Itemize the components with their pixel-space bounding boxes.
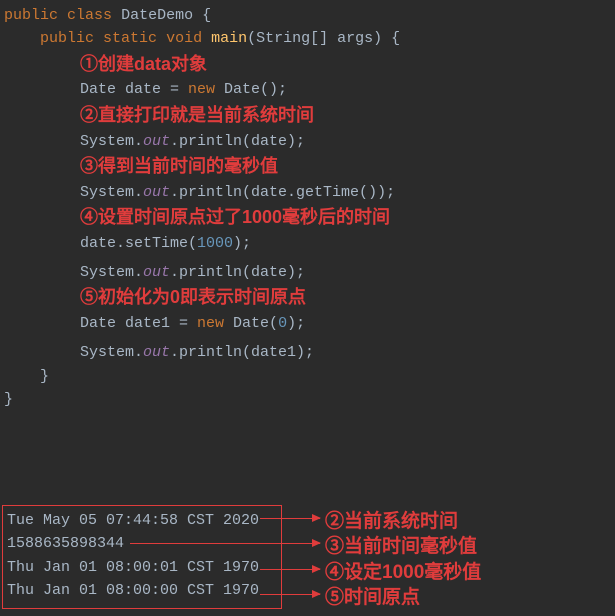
- code-line: Date date1 = new Date(0);: [4, 312, 611, 335]
- arrow-4: [260, 594, 320, 595]
- code-line: public class DateDemo {: [4, 4, 611, 27]
- code-line: System.out.println(date);: [4, 130, 611, 153]
- annotation-3: ④设定1000毫秒值: [325, 557, 481, 584]
- code-line: System.out.println(date.getTime());: [4, 181, 611, 204]
- code-line: date.setTime(1000);: [4, 232, 611, 255]
- output-box: Tue May 05 07:44:58 CST 2020 15886358983…: [2, 505, 282, 609]
- annotation-2: ③当前时间毫秒值: [325, 531, 477, 558]
- comment-3: ③得到当前时间的毫秒值: [4, 153, 611, 181]
- code-line: }: [4, 365, 611, 388]
- comment-4: ④设置时间原点过了1000毫秒后的时间: [4, 204, 611, 232]
- output-line-4: Thu Jan 01 08:00:00 CST 1970: [7, 579, 277, 602]
- code-line: System.out.println(date);: [4, 261, 611, 284]
- output-line-1: Tue May 05 07:44:58 CST 2020: [7, 509, 277, 532]
- arrow-1: [260, 518, 320, 519]
- code-line: System.out.println(date1);: [4, 341, 611, 364]
- code-line: public static void main(String[] args) {: [4, 27, 611, 50]
- annotation-4: ⑤时间原点: [325, 582, 420, 609]
- annotation-1: ②当前系统时间: [325, 506, 458, 533]
- comment-1: ①创建data对象: [4, 51, 611, 79]
- arrow-2: [130, 543, 320, 544]
- comment-5: ⑤初始化为0即表示时间原点: [4, 284, 611, 312]
- output-line-3: Thu Jan 01 08:00:01 CST 1970: [7, 556, 277, 579]
- arrow-3: [260, 569, 320, 570]
- code-line: }: [4, 388, 611, 411]
- code-line: Date date = new Date();: [4, 78, 611, 101]
- comment-2: ②直接打印就是当前系统时间: [4, 102, 611, 130]
- code-block: public class DateDemo { public static vo…: [0, 0, 615, 415]
